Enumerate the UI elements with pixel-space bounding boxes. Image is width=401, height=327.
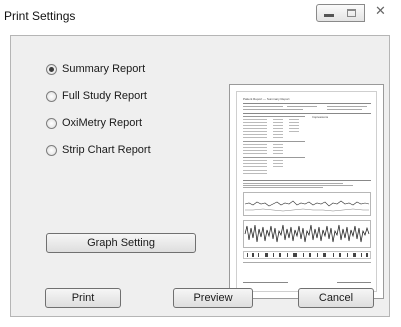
strip-chart-report-radio[interactable] [46, 144, 57, 156]
preview-rule [243, 113, 371, 114]
preview-stats-table [243, 116, 305, 178]
maximize-icon [347, 9, 356, 17]
preview-text-line [243, 106, 283, 107]
preview-event-strip [243, 251, 371, 259]
preview-text-line [327, 106, 367, 107]
preview-impressions-heading: Impressions [312, 115, 329, 119]
full-study-report-label: Full Study Report [62, 90, 147, 102]
option-full-study-report[interactable]: Full Study Report [46, 88, 147, 104]
strip-chart-report-label: Strip Chart Report [62, 144, 151, 156]
preview-trend-graph-1 [243, 192, 371, 216]
close-button[interactable]: ✕ [370, 4, 396, 22]
cancel-button[interactable]: Cancel [298, 288, 374, 308]
preview-button[interactable]: Preview [173, 288, 253, 308]
oximetry-report-radio[interactable] [46, 117, 57, 129]
preview-rule [243, 180, 371, 181]
preview-text-line [243, 187, 323, 188]
print-settings-window: Print Settings ✕ Summary Report Full Stu… [0, 0, 401, 327]
minimize-icon [324, 14, 334, 17]
summary-report-label: Summary Report [62, 63, 146, 75]
minimize-button[interactable] [316, 4, 341, 22]
preview-header: Patient Report — Summary Report [243, 97, 290, 101]
option-oximetry-report[interactable]: OxiMetry Report [46, 115, 142, 131]
print-button[interactable]: Print [45, 288, 121, 308]
option-summary-report[interactable]: Summary Report [46, 61, 145, 77]
window-title: Print Settings [4, 9, 76, 23]
preview-date-line [337, 282, 371, 283]
preview-rule [243, 103, 371, 104]
close-icon: ✕ [375, 4, 386, 19]
settings-panel: Summary Report Full Study Report OxiMetr… [10, 35, 390, 317]
summary-report-radio[interactable] [46, 63, 57, 75]
title-bar[interactable]: Print Settings ✕ [0, 0, 401, 30]
oximetry-report-label: OxiMetry Report [62, 117, 143, 129]
preview-text-line [243, 183, 343, 184]
preview-text-line [287, 106, 317, 107]
full-study-report-radio[interactable] [46, 90, 57, 102]
preview-text-line [243, 109, 303, 110]
preview-axis-line [243, 262, 371, 263]
report-preview-page: Patient Report — Summary Report Impressi… [236, 91, 377, 292]
preview-text-line [327, 109, 362, 110]
preview-signature-line [243, 282, 288, 283]
report-preview-thumbnail: Patient Report — Summary Report Impressi… [229, 84, 384, 299]
preview-text-line [243, 185, 353, 186]
maximize-button[interactable] [340, 4, 365, 22]
graph-setting-button[interactable]: Graph Setting [46, 233, 196, 253]
preview-trend-graph-2 [243, 220, 371, 248]
option-strip-chart-report[interactable]: Strip Chart Report [46, 142, 151, 158]
